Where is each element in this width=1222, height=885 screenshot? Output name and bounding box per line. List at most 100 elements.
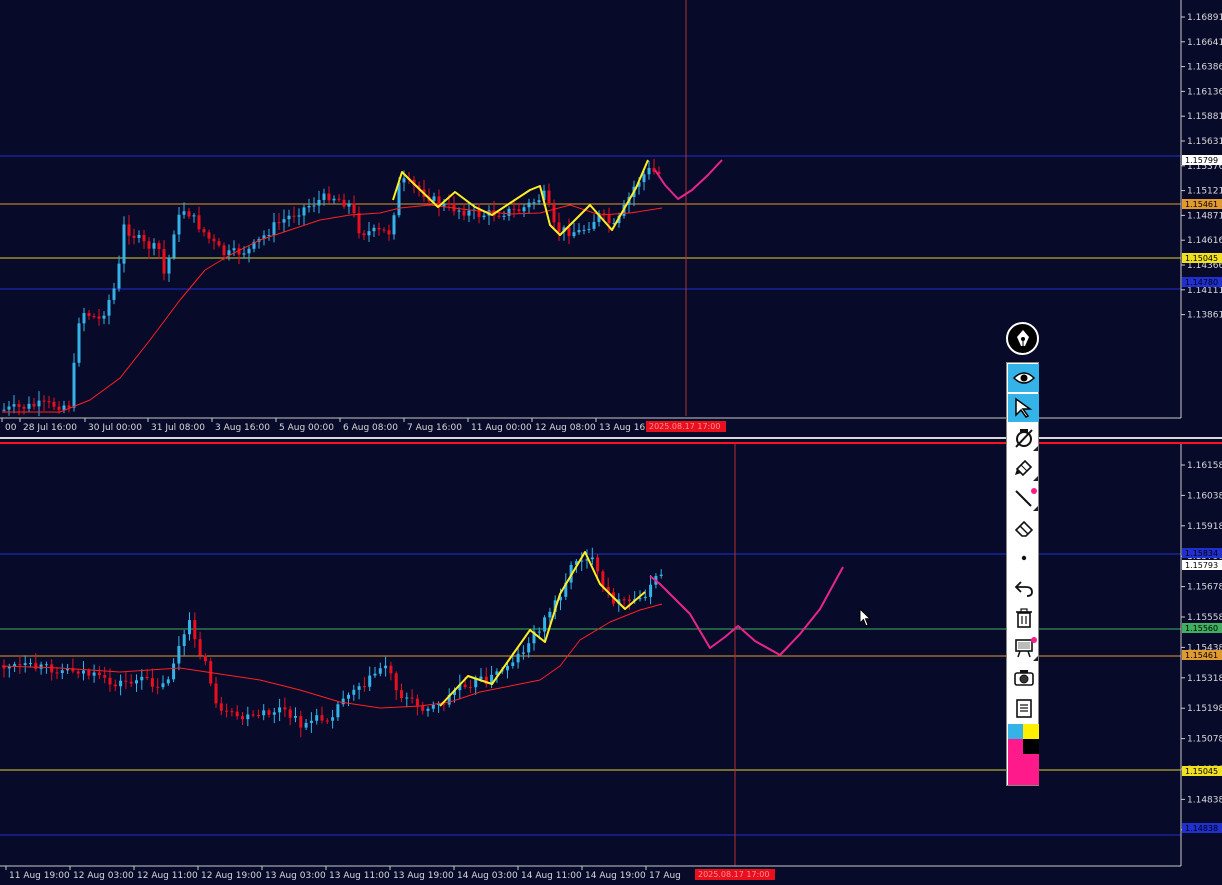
candle-body [622, 599, 626, 601]
camera-icon [1013, 670, 1034, 686]
price-label: 1.13861 [1187, 311, 1222, 321]
candle-body [352, 689, 356, 695]
price-label: 1.14616 [1187, 236, 1222, 246]
candle-body [647, 167, 651, 175]
candle-body [587, 228, 591, 230]
candle-body [357, 213, 361, 234]
time-label: 3 Aug 16:00 [215, 423, 270, 433]
price-label: 1.16891 [1187, 13, 1222, 23]
color-swatch-pink[interactable] [1008, 739, 1023, 785]
dot-size-button[interactable] [1008, 544, 1039, 572]
price-tag-label: 1.15834 [1185, 549, 1218, 558]
price-label: 1.15558 [1187, 613, 1222, 623]
candle-body [7, 666, 11, 669]
eye-icon [1012, 372, 1035, 384]
candle-body [516, 653, 520, 663]
trading-terminal: { "colors": { "background": "#080a2a", "… [0, 0, 1222, 885]
candle-body [382, 229, 386, 231]
candle-body [50, 664, 54, 673]
candle-body [112, 288, 116, 300]
undo-button[interactable] [1008, 574, 1039, 602]
time-label: 13 Aug 03:00 [265, 871, 326, 881]
candle-body [122, 224, 126, 264]
line-tool-button[interactable] [1008, 484, 1039, 512]
candle-body [431, 704, 435, 709]
select-tool-button[interactable] [1008, 394, 1039, 422]
candle-body [214, 683, 218, 704]
candle-body [142, 235, 146, 242]
candle-body [294, 716, 297, 718]
candle-body [12, 404, 16, 407]
price-label: 1.16038 [1187, 491, 1222, 501]
candle-body [527, 202, 531, 208]
time-label: 12 Aug 11:00 [137, 871, 198, 881]
candle-body [44, 664, 48, 666]
candle-body [37, 400, 41, 407]
candle-body [327, 193, 331, 201]
candle-body [172, 663, 176, 680]
candle-body [607, 214, 611, 224]
notes-button[interactable] [1008, 694, 1039, 722]
projector-button[interactable] [1008, 634, 1039, 662]
candle-body [373, 673, 377, 676]
candle-body [67, 405, 71, 408]
candle-body [222, 245, 226, 256]
candle-body [145, 676, 149, 679]
candle-body [352, 203, 356, 214]
candle-body [307, 206, 311, 208]
delete-button[interactable] [1008, 604, 1039, 632]
candle-body [596, 557, 600, 572]
candle-body [482, 215, 486, 218]
candle-body [262, 710, 266, 716]
candle-body [432, 196, 436, 202]
candle-body [400, 690, 403, 698]
candle-body [135, 680, 138, 684]
time-label: 12 Aug 08:00 [535, 423, 596, 433]
price-tag-label: 1.15045 [1185, 767, 1218, 776]
color-swatch-blue[interactable] [1008, 724, 1023, 739]
eraser-tool-button[interactable] [1008, 514, 1039, 542]
projection-drawing [649, 566, 844, 656]
price-label: 1.15631 [1187, 137, 1222, 147]
screenshot-button[interactable] [1008, 664, 1039, 692]
candle-body [241, 716, 244, 720]
color-swatch-black[interactable] [1023, 739, 1039, 754]
candle-body [76, 671, 80, 674]
candle-body [649, 584, 653, 597]
candle-body [152, 243, 156, 249]
color-swatch-yellow[interactable] [1023, 724, 1039, 739]
candle-body [402, 178, 406, 183]
time-label: 31 Jul 08:00 [151, 423, 205, 433]
candle-body [42, 400, 46, 402]
eye-tool-button[interactable] [1008, 364, 1039, 392]
candle-body [7, 406, 11, 410]
candle-body [342, 199, 346, 207]
candle-body [87, 313, 91, 317]
candle-body [462, 210, 466, 216]
price-label: 1.15318 [1187, 674, 1222, 684]
candle-body [497, 215, 501, 217]
undo-icon [1014, 581, 1033, 597]
candle-body [52, 401, 56, 407]
candle-body [577, 230, 581, 233]
candle-body [415, 698, 419, 706]
price-label: 1.15678 [1187, 583, 1222, 593]
candle-body [82, 670, 85, 674]
time-label: 13 Aug 11:00 [329, 871, 390, 881]
price-label: 1.14111 [1187, 286, 1222, 296]
price-label: 1.15078 [1187, 735, 1222, 745]
eraser-icon [1014, 520, 1033, 537]
candle-body [32, 403, 36, 407]
candle-body [277, 222, 281, 224]
candle-body [193, 620, 197, 640]
candle-body [232, 248, 236, 251]
pen-tool-badge[interactable] [1006, 322, 1039, 355]
marker-icon [1014, 459, 1032, 477]
candle-body [166, 679, 170, 684]
marker-tool-button[interactable] [1008, 454, 1039, 482]
candle-body [107, 299, 111, 316]
candle-body [242, 253, 246, 255]
candle-body [34, 663, 38, 669]
time-label: 14 Aug 03:00 [457, 871, 518, 881]
magnet-tool-button[interactable] [1008, 424, 1039, 452]
